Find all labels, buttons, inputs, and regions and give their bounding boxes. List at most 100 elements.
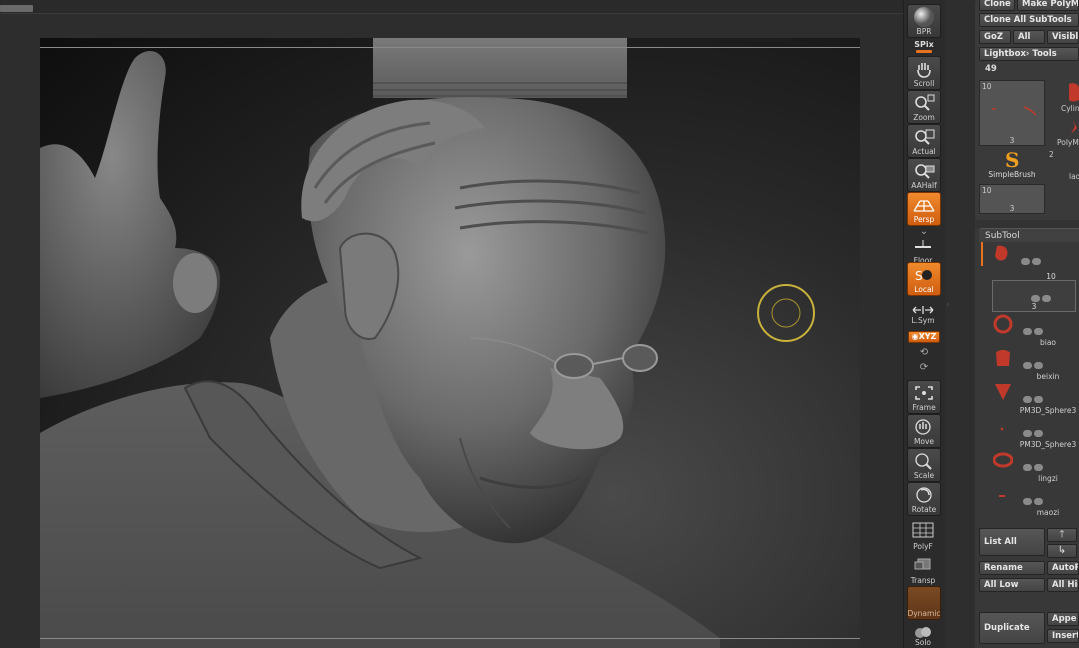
clone-all-subtools-button[interactable]: Clone All SubTools — [979, 13, 1079, 27]
tool-count: 49 — [985, 64, 997, 74]
zoom-label: Zoom — [913, 113, 935, 122]
tool-section: Clone Make PolyMe Clone All SubTools GoZ… — [975, 0, 1079, 220]
local-label: Local — [914, 285, 934, 294]
move-button[interactable]: Move — [907, 414, 941, 448]
top-strip-tab[interactable] — [0, 5, 33, 12]
subtool-item-selected[interactable]: 3 — [992, 280, 1076, 312]
visibility-toggles[interactable] — [1023, 422, 1047, 437]
duplicate-button[interactable]: Duplicate — [979, 612, 1045, 644]
collar-mesh-icon — [992, 450, 1014, 470]
dynamic-label: Dynamic — [907, 609, 941, 618]
list-all-button[interactable]: List All — [979, 528, 1045, 556]
subtool-slider[interactable]: 10 — [1023, 268, 1079, 281]
goz-visible-button[interactable]: Visible — [1047, 30, 1079, 44]
thumb-subcount: 3 — [1009, 204, 1015, 213]
move-down-arrow-icon[interactable]: ↳ — [1047, 544, 1077, 558]
scale-button[interactable]: Scale — [907, 448, 941, 482]
bpr-button[interactable]: BPR — [907, 4, 941, 38]
thumb-subcount: 3 — [1009, 136, 1015, 145]
local-button[interactable]: S Local — [907, 262, 941, 296]
scroll-label: Scroll — [913, 79, 935, 88]
rotate-z-icon[interactable]: ⟳ — [918, 362, 930, 374]
viewport-canvas[interactable] — [40, 38, 860, 648]
subtool-label: biao — [1039, 338, 1057, 347]
frame-button[interactable]: Frame — [907, 380, 941, 414]
visibility-toggles[interactable] — [1023, 456, 1047, 471]
ring-mesh-icon — [993, 314, 1013, 334]
actual-button[interactable]: Actual — [907, 124, 941, 158]
polyf-button[interactable]: PolyF — [907, 518, 941, 552]
insert-button[interactable]: Insert — [1047, 629, 1079, 643]
shield-mesh-icon — [993, 382, 1013, 402]
visibility-toggles[interactable] — [1023, 354, 1047, 369]
lao-tool-thumbnail[interactable]: 2 lao — [1049, 150, 1079, 182]
glasses-right-lens — [622, 344, 658, 372]
subtool-label: PM3D_Sphere3 — [1019, 406, 1077, 415]
lower-tool-thumbnail[interactable]: 10 3 — [979, 184, 1045, 214]
glasses-left-lens — [554, 353, 594, 379]
lsym-button[interactable]: L.Sym — [907, 298, 941, 326]
subtool-label: beixin — [1036, 372, 1060, 381]
tool-palette: Clone Make PolyMe Clone All SubTools GoZ… — [975, 0, 1079, 648]
subtool-header[interactable]: SubTool — [979, 228, 1079, 242]
transparency-icon — [907, 554, 939, 574]
polymesh-tool-thumbnail[interactable]: PolyM — [1049, 118, 1079, 148]
thumb-count: 10 — [982, 186, 992, 195]
rotate-button[interactable]: Rotate — [907, 482, 941, 516]
scroll-button[interactable]: Scroll — [907, 56, 941, 90]
sculpt-render — [40, 38, 815, 648]
zoom-button[interactable]: Zoom — [907, 90, 941, 124]
subtool-item-maozi[interactable]: maozi — [979, 484, 1079, 518]
subtool-section: SubTool 10 3 biao beixin PM3D_Sphere3 PM… — [975, 228, 1079, 648]
clone-button[interactable]: Clone — [979, 0, 1015, 11]
subtool-item-biao[interactable]: biao — [979, 314, 1079, 348]
cylinder-tool-thumbnail[interactable]: Cylin — [1049, 80, 1079, 118]
thumb-count: 2 — [1049, 150, 1054, 159]
dynamic-button[interactable]: Dynamic — [907, 586, 941, 620]
visibility-toggles[interactable] — [1023, 320, 1047, 335]
autoreorder-button[interactable]: AutoR — [1047, 561, 1079, 575]
panel-divider[interactable]: ‹ — [945, 0, 975, 648]
all-high-button[interactable]: All Hig — [1047, 578, 1079, 592]
current-tool-thumbnail[interactable]: 10 3 — [979, 80, 1045, 146]
visibility-toggles[interactable] — [1031, 287, 1055, 302]
thumb-name: lao — [1069, 172, 1079, 181]
polymesh-star-icon — [1071, 120, 1077, 134]
subtool-item-lingzi[interactable]: lingzi — [979, 450, 1079, 484]
persp-button[interactable]: Persp — [907, 192, 941, 226]
spix-slider[interactable] — [916, 50, 932, 53]
rotate-icon — [908, 485, 940, 505]
aahalf-label: AAHalf — [911, 181, 937, 190]
subtool-item-beixin[interactable]: beixin — [979, 348, 1079, 382]
visibility-toggles[interactable] — [1023, 490, 1047, 505]
all-low-button[interactable]: All Low — [979, 578, 1045, 592]
rotate-y-icon[interactable]: ⟲ — [918, 347, 930, 359]
thumb-name: Cylin — [1061, 104, 1079, 113]
append-button[interactable]: Appe — [1047, 612, 1079, 626]
visibility-toggles[interactable] — [1023, 388, 1047, 403]
subtool-item-pm3d-sphere[interactable]: PM3D_Sphere3 — [979, 382, 1079, 416]
lightbox-tools-button[interactable]: Lightbox› Tools — [979, 47, 1079, 61]
simplebrush-tool-thumbnail[interactable]: S SimpleBrush — [979, 148, 1045, 182]
subtool-item-pm3d-sphere[interactable]: PM3D_Sphere3 — [979, 416, 1079, 450]
cylinder-icon — [1069, 83, 1079, 102]
aahalf-button[interactable]: AAHalf — [907, 158, 941, 192]
rename-button[interactable]: Rename — [979, 561, 1045, 575]
scale-label: Scale — [913, 471, 935, 480]
move-up-arrow-icon[interactable]: 🡑 — [1047, 528, 1077, 542]
spix-label[interactable]: SPix — [907, 40, 941, 49]
transp-button[interactable]: Transp — [907, 552, 941, 586]
collapse-arrow-icon[interactable]: ‹ — [946, 300, 950, 310]
subtool-item[interactable]: 10 — [979, 244, 1079, 281]
solo-label: Solo — [914, 638, 932, 647]
xyz-button[interactable]: ◉XYZ — [908, 331, 940, 343]
subtool-label: PM3D_Sphere3 — [1019, 440, 1077, 449]
frame-icon — [908, 383, 940, 403]
visibility-toggles[interactable] — [1021, 250, 1045, 265]
floor-button[interactable]: Floor — [907, 232, 941, 266]
make-polymesh-button[interactable]: Make PolyMe — [1017, 0, 1079, 11]
solo-button[interactable]: Solo — [907, 620, 941, 648]
goz-all-button[interactable]: All — [1013, 30, 1045, 44]
goz-button[interactable]: GoZ — [979, 30, 1011, 44]
hand-icon — [908, 59, 940, 79]
